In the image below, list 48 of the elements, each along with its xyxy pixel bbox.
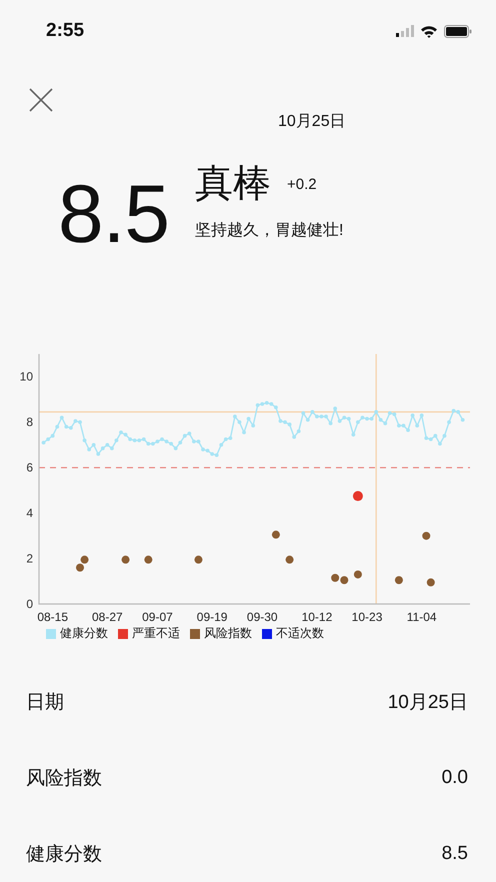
close-icon <box>28 87 54 113</box>
wifi-icon <box>420 24 438 38</box>
status-time: 2:55 <box>46 20 84 42</box>
data-point <box>340 576 348 584</box>
data-point <box>144 556 152 564</box>
x-tick-label: 09-19 <box>196 610 228 624</box>
detail-value: 8.5 <box>442 843 468 865</box>
y-tick-label: 10 <box>20 370 33 384</box>
y-tick-label: 6 <box>26 460 33 475</box>
detail-label: 健康分数 <box>26 843 102 867</box>
y-tick-label: 8 <box>26 415 33 430</box>
x-tick-label: 11-04 <box>406 610 437 624</box>
y-tick-label: 0 <box>26 597 33 611</box>
battery-icon <box>444 24 472 38</box>
data-point <box>352 491 363 502</box>
encouragement-text: 坚持越久，胃越健壮! <box>195 220 344 241</box>
y-tick-label: 2 <box>26 552 33 566</box>
x-tick-label: 09-30 <box>246 610 278 624</box>
detail-label: 风险指数 <box>26 767 102 791</box>
data-point <box>331 574 340 582</box>
y-tick-label: 4 <box>26 506 33 520</box>
legend-label: 严重不适 <box>132 625 180 642</box>
detail-label: 日期 <box>26 691 64 715</box>
data-point <box>394 576 403 584</box>
detail-value: 10月25日 <box>388 691 468 715</box>
data-point <box>272 530 280 539</box>
x-tick-label: 10-23 <box>352 610 382 624</box>
x-tick-label: 09-07 <box>142 610 173 624</box>
data-point <box>354 570 362 578</box>
data-point <box>426 578 435 586</box>
legend-label: 不适次数 <box>276 625 324 642</box>
data-point <box>80 556 89 564</box>
x-tick-label: 08-27 <box>92 610 123 624</box>
data-point <box>194 556 202 564</box>
signal-icon <box>396 25 414 37</box>
data-point <box>422 532 430 540</box>
score-change: +0.2 <box>287 176 317 194</box>
legend-label: 风险指数 <box>204 625 252 642</box>
legend-label: 健康分数 <box>60 625 108 642</box>
header-date: 10月25日 <box>278 112 346 132</box>
rating-text: 真棒 <box>195 164 271 206</box>
close-button[interactable] <box>28 87 54 113</box>
detail-value: 0.0 <box>442 767 468 789</box>
x-tick-label: 08-15 <box>37 610 68 624</box>
data-point <box>122 556 130 564</box>
x-tick-label: 10-12 <box>302 610 332 624</box>
data-point <box>286 556 294 564</box>
health-score: 8.5 <box>58 174 169 256</box>
